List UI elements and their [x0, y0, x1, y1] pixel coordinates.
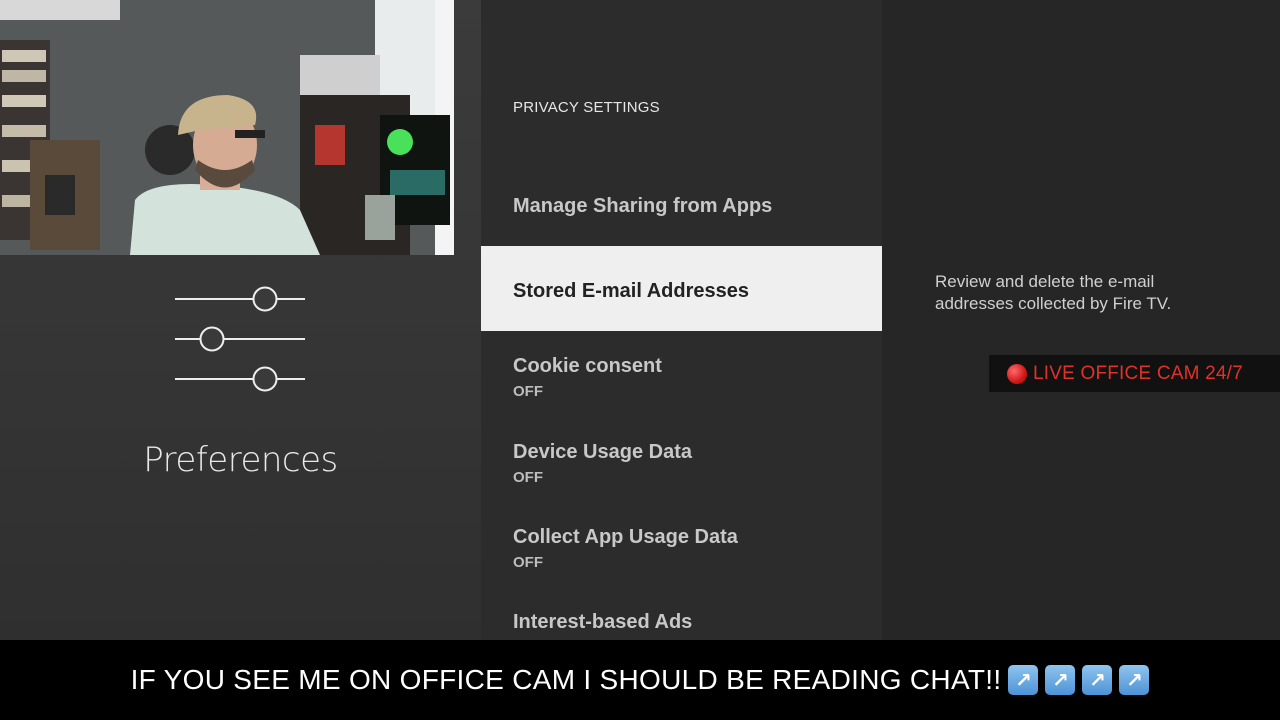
menu-item-cookie-consent[interactable]: Cookie consent OFF: [481, 331, 882, 416]
settings-menu: PRIVACY SETTINGS Manage Sharing from App…: [481, 0, 882, 640]
arrow-up-right-icon: ↗: [1082, 665, 1113, 695]
menu-item-manage-sharing[interactable]: Manage Sharing from Apps: [481, 163, 882, 248]
menu-item-label: Cookie consent: [513, 355, 662, 377]
arrow-up-right-icon: ↗: [1045, 665, 1076, 695]
menu-item-status: OFF: [513, 554, 543, 571]
menu-item-device-usage[interactable]: Device Usage Data OFF: [481, 416, 882, 501]
webcam-overlay: [0, 0, 454, 255]
menu-item-status: OFF: [513, 469, 543, 486]
item-description: Review and delete the e-mail addresses c…: [935, 272, 1172, 313]
live-badge-text: LIVE OFFICE CAM 24/7: [1033, 362, 1243, 384]
arrow-up-right-icon: ↗: [1008, 665, 1039, 695]
detail-panel: Review and delete the e-mail addresses c…: [882, 0, 1280, 640]
menu-item-label: Interest-based Ads: [513, 611, 693, 633]
section-header: PRIVACY SETTINGS: [513, 99, 660, 116]
menu-item-label: Device Usage Data: [513, 441, 692, 463]
page-title: Preferences: [143, 440, 338, 480]
webcam-image: [0, 0, 454, 255]
menu-item-label: Stored E-mail Addresses: [513, 280, 750, 302]
left-panel: Preferences: [0, 0, 481, 640]
red-circle-icon: [1007, 363, 1027, 384]
live-badge: LIVE OFFICE CAM 24/7: [989, 355, 1280, 392]
menu-item-stored-email[interactable]: Stored E-mail Addresses: [481, 246, 882, 331]
menu-item-app-usage[interactable]: Collect App Usage Data OFF: [481, 501, 882, 586]
sliders-icon: [175, 286, 305, 392]
arrow-up-right-icon: ↗: [1119, 665, 1150, 695]
menu-item-label: Collect App Usage Data: [513, 526, 738, 548]
menu-item-label: Manage Sharing from Apps: [513, 195, 773, 217]
menu-item-status: OFF: [513, 383, 543, 400]
banner-text: IF YOU SEE ME ON OFFICE CAM I SHOULD BE …: [130, 664, 1002, 695]
menu-item-interest-ads[interactable]: Interest-based Ads: [481, 586, 882, 640]
chat-banner: IF YOU SEE ME ON OFFICE CAM I SHOULD BE …: [0, 640, 1280, 720]
